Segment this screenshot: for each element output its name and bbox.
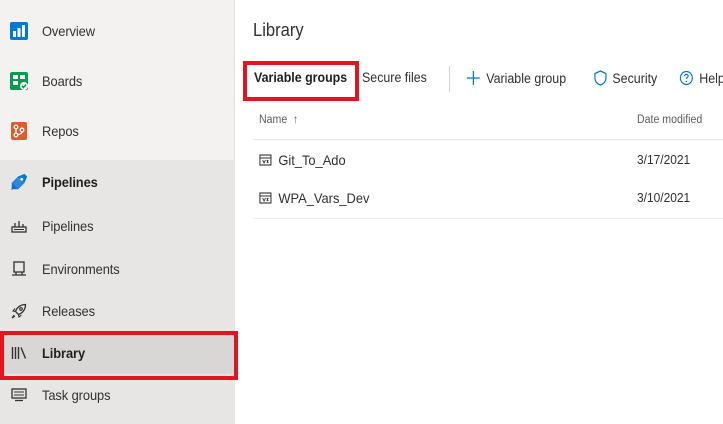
variable-group-name-cell[interactable]: WPA_Vars_Dev xyxy=(259,190,369,206)
sidebar-item-label: Releases xyxy=(42,303,95,319)
main-content: Library Variable groups Secure files Var… xyxy=(236,0,723,424)
sidebar-item-pipelines-sub[interactable]: Pipelines xyxy=(0,204,235,248)
table-divider xyxy=(253,218,723,219)
button-label: Security xyxy=(612,70,658,86)
pipelines-sub-icon xyxy=(9,216,29,236)
shield-icon xyxy=(594,70,607,86)
date-modified: 3/10/2021 xyxy=(637,190,691,205)
add-variable-group-button[interactable]: Variable group xyxy=(466,70,566,86)
tab-label: Variable groups xyxy=(254,70,348,85)
plus-icon xyxy=(466,70,481,86)
sidebar-group-fill xyxy=(0,416,235,424)
boards-icon xyxy=(9,71,29,91)
overview-icon xyxy=(9,21,29,41)
page-title: Library xyxy=(253,20,304,40)
sidebar-item-releases[interactable]: Releases xyxy=(0,290,235,332)
table-row[interactable]: Git_To_Ado 3/17/2021 xyxy=(253,142,723,180)
variable-group-icon xyxy=(259,153,272,167)
sidebar-item-task-groups[interactable]: Task groups xyxy=(0,374,235,416)
variable-group-name: Git_To_Ado xyxy=(278,152,346,168)
pipelines-icon xyxy=(9,172,29,192)
variable-group-name-cell[interactable]: Git_To_Ado xyxy=(259,152,346,168)
toolbar-divider xyxy=(449,66,450,92)
sidebar-item-boards[interactable]: Boards xyxy=(0,60,235,102)
sidebar-item-label: Environments xyxy=(42,261,120,277)
column-header-label: Name xyxy=(259,114,288,126)
sidebar-item-environments[interactable]: Environments xyxy=(0,248,235,290)
sidebar-item-label: Boards xyxy=(42,73,83,89)
sidebar-item-repos[interactable]: Repos xyxy=(0,110,235,152)
sidebar-item-pipelines[interactable]: Pipelines xyxy=(0,160,235,204)
rocket-icon xyxy=(9,301,29,321)
variable-group-name: WPA_Vars_Dev xyxy=(278,190,370,206)
sidebar-item-label: Library xyxy=(42,345,86,361)
tab-secure-files[interactable]: Secure files xyxy=(362,70,427,85)
sidebar-item-label: Pipelines xyxy=(42,174,98,190)
help-icon xyxy=(679,70,694,86)
tab-variable-groups[interactable]: Variable groups xyxy=(254,70,347,85)
variable-group-icon xyxy=(259,191,272,205)
sidebar-item-label: Overview xyxy=(42,23,95,39)
column-header-date-modified[interactable]: Date modified xyxy=(637,114,702,126)
security-button[interactable]: Security xyxy=(594,70,657,86)
task-groups-icon xyxy=(9,385,29,405)
environments-icon xyxy=(9,259,29,279)
library-icon xyxy=(9,343,29,363)
table-row[interactable]: WPA_Vars_Dev 3/10/2021 xyxy=(253,180,723,218)
sidebar-item-label: Pipelines xyxy=(42,218,94,234)
column-header-name[interactable]: Name ↑ xyxy=(259,114,298,126)
sidebar-item-library[interactable]: Library xyxy=(0,332,235,374)
tab-label: Secure files xyxy=(362,70,427,85)
sidebar-item-overview[interactable]: Overview xyxy=(0,10,235,52)
date-modified: 3/17/2021 xyxy=(637,152,691,167)
sidebar-item-label: Task groups xyxy=(42,387,111,403)
repos-icon xyxy=(9,121,29,141)
sort-ascending-icon: ↑ xyxy=(292,114,299,126)
button-label: Variable group xyxy=(486,70,567,86)
button-label: Help xyxy=(699,70,723,86)
help-button[interactable]: Help xyxy=(679,70,723,86)
sidebar-item-label: Repos xyxy=(42,123,79,139)
toolbar: Variable groups Secure files Variable gr… xyxy=(236,62,723,98)
sidebar-nav: Overview Boards Repos Pipelines Pipeline… xyxy=(0,0,235,424)
table-header: Name ↑ Date modified xyxy=(253,102,723,140)
